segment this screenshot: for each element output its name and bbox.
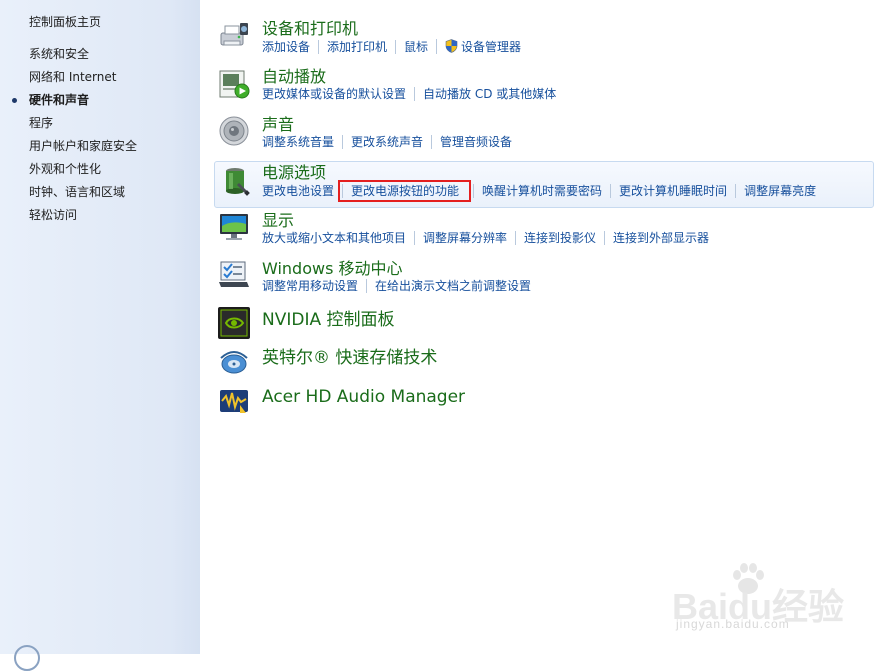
printer-icon [220,23,248,46]
sidebar-item-system-security[interactable]: 系统和安全 [29,46,137,69]
task-links: 放大或缩小文本和其他项目 调整屏幕分辨率 连接到投影仪 连接到外部显示器 [262,231,717,245]
watermark-url: jingyan.baidu.com [676,617,790,631]
see-also-icon [14,645,40,671]
category-title[interactable]: Windows 移动中心 [262,259,403,279]
intel-storage-icon [220,351,248,374]
uac-shield-icon [445,39,458,53]
category-power-options: 电源选项 更改电池设置 更改电源按钮的功能 唤醒计算机时需要密码 更改计算机睡眠时间调… [214,161,874,208]
navigation-pane: 控制面板主页 系统和安全 网络和 Internet 硬件和声音 程序 用户帐户和… [0,0,200,671]
autoplay-icon [219,70,250,99]
connect-projector-link[interactable]: 连接到投影仪 [515,231,604,245]
category-title[interactable]: 设备和打印机 [262,19,358,39]
device-manager-link[interactable]: 设备管理器 [461,40,521,54]
category-title[interactable]: 电源选项 [262,163,326,183]
category-title[interactable]: NVIDIA 控制面板 [262,310,395,330]
task-links: 调整系统音量 更改系统声音 管理音频设备 [262,135,520,149]
task-links: 添加设备 添加打印机 鼠标 设备管理器 [262,39,529,54]
change-system-sounds-link[interactable]: 更改系统声音 [342,135,431,149]
task-links: 调整常用移动设置 在给出演示文档之前调整设置 [262,279,539,293]
monitor-icon [220,214,248,240]
change-power-button-link[interactable]: 更改电源按钮的功能 [338,180,472,202]
adjust-volume-link[interactable]: 调整系统音量 [262,135,342,149]
screen-resolution-link[interactable]: 调整屏幕分辨率 [414,231,515,245]
adjust-brightness-link[interactable]: 调整屏幕亮度 [735,184,824,198]
manage-audio-devices-link[interactable]: 管理音频设备 [431,135,520,149]
sidebar-item-hardware-sound[interactable]: 硬件和声音 [11,92,137,115]
presentation-settings-link[interactable]: 在给出演示文档之前调整设置 [366,279,539,293]
sidebar-item-network[interactable]: 网络和 Internet [29,69,137,92]
category-title[interactable]: 英特尔® 快速存储技术 [262,348,437,368]
common-mobility-settings-link[interactable]: 调整常用移动设置 [262,279,366,293]
device-manager-link-wrap[interactable]: 设备管理器 [436,39,529,54]
require-password-link[interactable]: 唤醒计算机时需要密码 [473,184,610,198]
nvidia-icon [218,307,250,339]
add-device-link[interactable]: 添加设备 [262,40,318,54]
mouse-link[interactable]: 鼠标 [395,40,436,54]
category-title[interactable]: 显示 [262,211,294,231]
connect-external-display-link[interactable]: 连接到外部显示器 [604,231,717,245]
speaker-icon [219,116,249,146]
category-title[interactable]: 声音 [262,115,294,135]
text-size-link[interactable]: 放大或缩小文本和其他项目 [262,231,414,245]
sidebar-item-ease-of-access[interactable]: 轻松访问 [29,207,137,230]
category-content: 设备和打印机 添加设备 添加打印机 鼠标 设备管理器 自动播放 更改媒体或设备的默认设… [200,0,875,654]
change-battery-settings-link[interactable]: 更改电池设置 [262,184,342,198]
sidebar-item-appearance[interactable]: 外观和个性化 [29,161,137,184]
task-links: 更改电池设置 更改电源按钮的功能 唤醒计算机时需要密码 更改计算机睡眠时间 调整屏幕亮度 [262,180,824,202]
change-media-defaults-link[interactable]: 更改媒体或设备的默认设置 [262,87,414,101]
category-list: 系统和安全 网络和 Internet 硬件和声音 程序 用户帐户和家庭安全 外观… [11,46,137,230]
change-sleep-time-link[interactable]: 更改计算机睡眠时间 [610,184,735,198]
autoplay-cd-link[interactable]: 自动播放 CD 或其他媒体 [414,87,564,101]
sidebar-item-clock-region[interactable]: 时钟、语言和区域 [29,184,137,207]
battery-icon [226,168,250,196]
task-links: 更改媒体或设备的默认设置 自动播放 CD 或其他媒体 [262,87,564,101]
add-printer-link[interactable]: 添加打印机 [318,40,395,54]
mobility-center-icon [219,261,249,287]
sidebar-item-programs[interactable]: 程序 [29,115,137,138]
category-title[interactable]: Acer HD Audio Manager [262,387,465,407]
audio-manager-icon [220,390,248,413]
category-title[interactable]: 自动播放 [262,67,326,87]
sidebar-item-user-accounts[interactable]: 用户帐户和家庭安全 [29,138,137,161]
control-panel-home-link[interactable]: 控制面板主页 [29,13,101,30]
